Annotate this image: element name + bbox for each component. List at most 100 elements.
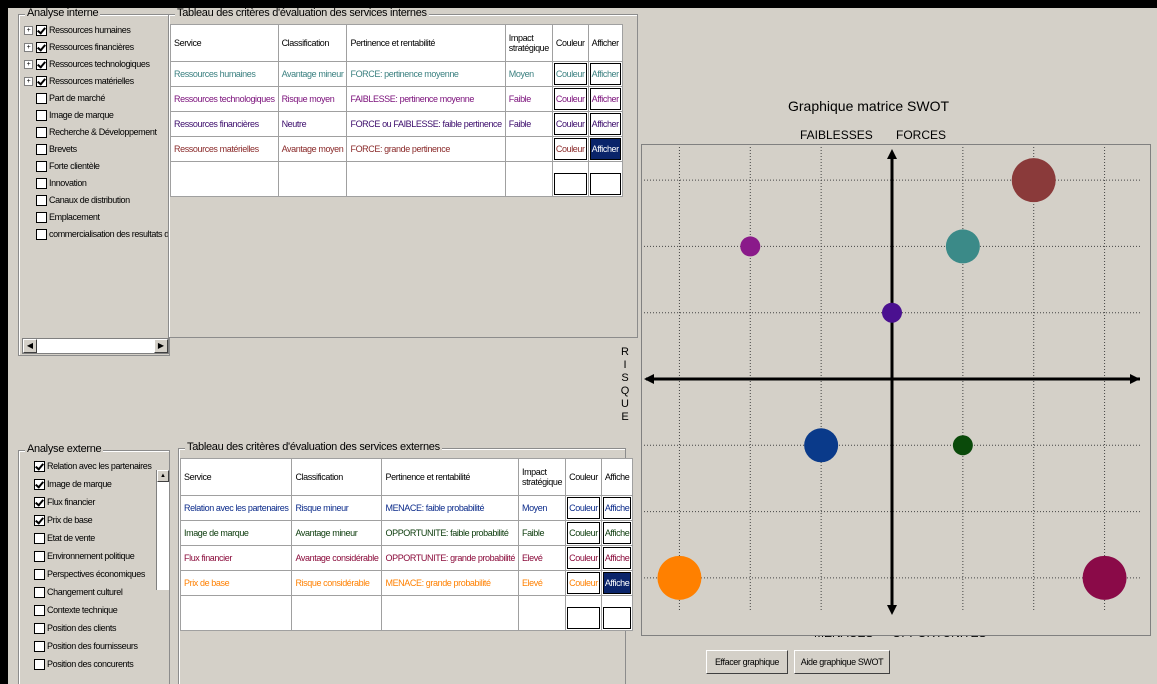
cell-service: Relation avec les partenaires — [179, 495, 293, 521]
checkbox[interactable] — [34, 478, 45, 490]
expand-icon[interactable]: + — [24, 42, 33, 52]
tree-item[interactable]: Innovation — [24, 175, 87, 191]
empty-row[interactable] — [170, 161, 623, 197]
color-button[interactable]: Couleur — [567, 547, 600, 569]
expand-icon[interactable]: + — [24, 25, 33, 35]
table-row[interactable]: Ressources technologiques Risque moyen FAI… — [170, 86, 623, 112]
tree-item[interactable]: + Ressources humaines — [24, 22, 131, 38]
checkbox[interactable] — [34, 640, 45, 652]
tree-item[interactable]: Emplacement — [24, 209, 100, 225]
y-arrow-up-icon — [887, 149, 897, 159]
checkbox[interactable] — [34, 622, 45, 634]
checkbox[interactable] — [34, 496, 45, 508]
cell-service: Image de marque — [179, 520, 293, 546]
cell-pertinence: FORCE ou FAIBLESSE: faible pertinence — [346, 111, 506, 137]
expand-icon[interactable]: + — [24, 76, 33, 86]
tree-item[interactable]: commercialisation des resultats d — [24, 226, 169, 242]
tree-item[interactable]: Prix de base — [34, 512, 93, 528]
checkbox[interactable] — [34, 532, 45, 544]
tree-item-label: Image de marque — [49, 110, 114, 120]
checkbox[interactable] — [34, 568, 45, 580]
checkbox[interactable] — [36, 24, 47, 36]
swot-help-button[interactable]: Aide graphique SWOT — [794, 650, 890, 674]
color-button[interactable]: Couleur — [553, 63, 587, 85]
checkbox[interactable] — [34, 604, 45, 616]
checkbox[interactable] — [36, 58, 47, 70]
show-button[interactable]: Affiche — [602, 497, 632, 519]
color-button[interactable]: Couleur — [567, 522, 600, 544]
color-button[interactable]: Couleur — [567, 572, 600, 594]
tree-item[interactable]: Image de marque — [34, 476, 112, 492]
chart-title: Graphique matrice SWOT — [788, 98, 950, 114]
internal-tree: + Ressources humaines + Ressources financiè… — [24, 22, 169, 272]
scroll-left-icon[interactable]: ◀ — [23, 339, 37, 353]
checkbox[interactable] — [36, 41, 47, 53]
show-button[interactable]: Afficher — [589, 113, 621, 135]
cell-classification: Avantage considérable — [291, 545, 383, 571]
tree-item[interactable]: Flux financier — [34, 494, 95, 510]
checkbox[interactable] — [36, 177, 47, 189]
tree-item[interactable]: Relation avec les partenaires — [34, 458, 152, 474]
table-row[interactable]: Ressources matérielles Avantage moyen FORC… — [170, 136, 623, 162]
internal-tree-hscrollbar[interactable]: ◀ ▶ — [22, 338, 169, 354]
color-button[interactable]: Couleur — [553, 88, 587, 110]
tree-item[interactable]: Brevets — [24, 141, 77, 157]
tree-item[interactable]: + Ressources financières — [24, 39, 134, 55]
show-button[interactable]: Afficher — [589, 63, 621, 85]
tree-item[interactable]: Position des clients — [34, 620, 116, 636]
table-row[interactable]: Flux financier Avantage considérable OPPOR… — [179, 545, 634, 571]
table-row[interactable]: Image de marque Avantage mineur OPPORTUNIT… — [179, 520, 634, 546]
tree-item[interactable]: Environnement politique — [34, 548, 135, 564]
show-button[interactable]: Affiche — [602, 547, 632, 569]
show-button[interactable]: Affiche — [602, 522, 632, 544]
checkbox[interactable] — [36, 211, 47, 223]
tree-item[interactable]: Perspectives économiques — [34, 566, 145, 582]
tree-item[interactable]: Image de marque — [24, 107, 114, 123]
swot-point-4 — [804, 428, 839, 463]
tree-item[interactable]: Contexte technique — [34, 602, 118, 618]
tree-item[interactable]: Etat de vente — [34, 530, 95, 546]
expand-icon[interactable]: + — [24, 59, 33, 69]
cell-pertinence: FAIBLESSE: pertinence moyenne — [346, 86, 506, 112]
checkbox[interactable] — [36, 160, 47, 172]
tree-item[interactable]: + Ressources matérielles — [24, 73, 134, 89]
checkbox[interactable] — [34, 658, 45, 670]
table-row[interactable]: Prix de base Risque considérable MENACE: g… — [179, 570, 634, 596]
scroll-right-icon[interactable]: ▶ — [154, 339, 168, 353]
scroll-up-icon[interactable]: ▲ — [157, 470, 169, 482]
show-button[interactable]: Affiche — [602, 572, 632, 594]
color-button[interactable]: Couleur — [567, 497, 600, 519]
checkbox[interactable] — [36, 194, 47, 206]
external-tree-vscrollbar[interactable]: ▲ — [156, 470, 169, 590]
table-row[interactable]: Ressources humaines Avantage mineur FORCE:… — [170, 61, 623, 87]
tree-item[interactable]: Forte clientèle — [24, 158, 100, 174]
checkbox[interactable] — [36, 109, 47, 121]
show-button[interactable]: Afficher — [589, 138, 621, 160]
color-button[interactable]: Couleur — [553, 113, 587, 135]
table-row[interactable]: Relation avec les partenaires Risque mine… — [179, 495, 634, 521]
show-button[interactable]: Afficher — [589, 88, 621, 110]
checkbox[interactable] — [34, 586, 45, 598]
tree-item[interactable]: + Ressources technologiques — [24, 56, 150, 72]
checkbox[interactable] — [34, 460, 45, 472]
application-window: Analyse interne + Ressources humaines + Res… — [8, 8, 1157, 684]
checkbox[interactable] — [36, 126, 47, 138]
clear-chart-button[interactable]: Effacer graphique — [706, 650, 788, 674]
tree-item[interactable]: Part de marché — [24, 90, 105, 106]
tree-item[interactable]: Canaux de distribution — [24, 192, 130, 208]
cell-pertinence: MENACE: faible probabilité — [381, 495, 519, 521]
checkbox[interactable] — [34, 550, 45, 562]
checkbox[interactable] — [34, 514, 45, 526]
checkbox[interactable] — [36, 143, 47, 155]
checkbox[interactable] — [36, 228, 47, 240]
checkbox[interactable] — [36, 75, 47, 87]
tree-item[interactable]: Position des concurents — [34, 656, 134, 672]
external-analysis-title: Analyse externe — [25, 443, 104, 455]
empty-row[interactable] — [179, 595, 634, 631]
tree-item[interactable]: Recherche & Développement — [24, 124, 157, 140]
color-button[interactable]: Couleur — [553, 138, 587, 160]
checkbox[interactable] — [36, 92, 47, 104]
tree-item[interactable]: Changement culturel — [34, 584, 123, 600]
table-row[interactable]: Ressources financières Neutre FORCE ou FAI… — [170, 111, 623, 137]
tree-item[interactable]: Position des fournisseurs — [34, 638, 138, 654]
